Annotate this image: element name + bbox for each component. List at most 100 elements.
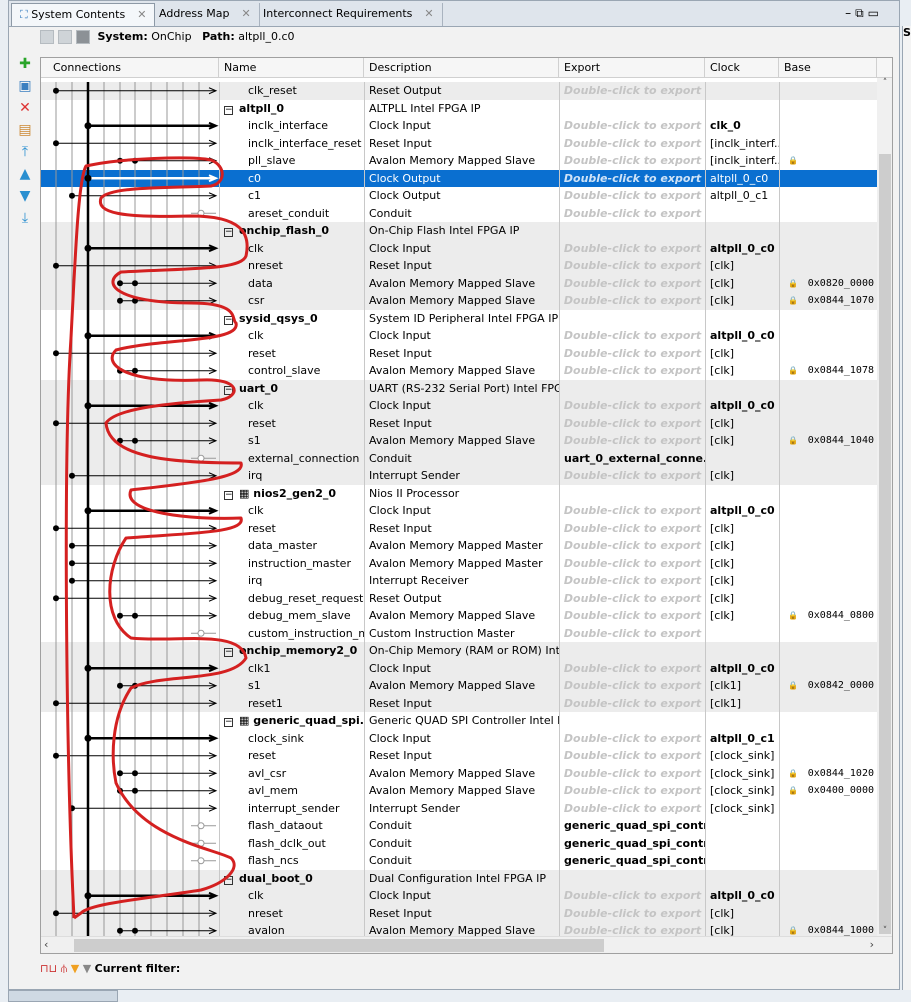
clock-cell[interactable]: [705, 642, 779, 660]
base-cell[interactable]: 🔒 0x0400_0000: [779, 782, 877, 800]
maximize-icon[interactable]: ▭: [868, 6, 883, 20]
export-cell[interactable]: Double-click to export: [559, 327, 705, 345]
clock-cell[interactable]: [clk]: [705, 589, 779, 607]
clock-cell[interactable]: [clk]: [705, 257, 779, 275]
lock-icon[interactable]: 🔒: [788, 275, 798, 293]
base-cell[interactable]: [779, 327, 877, 345]
lock-icon[interactable]: 🔒: [788, 432, 798, 450]
base-cell[interactable]: [779, 869, 877, 887]
export-cell[interactable]: Double-click to export: [559, 519, 705, 537]
base-cell[interactable]: 🔒 0x0844_1078: [779, 362, 877, 380]
export-cell[interactable]: Double-click to export: [559, 624, 705, 642]
base-cell[interactable]: 🔒: [779, 152, 877, 170]
clock-cell[interactable]: [clk]: [705, 414, 779, 432]
export-cell[interactable]: [559, 712, 705, 730]
clock-cell[interactable]: [705, 712, 779, 730]
export-cell[interactable]: Double-click to export: [559, 782, 705, 800]
base-cell[interactable]: [779, 239, 877, 257]
edit-icon[interactable]: ▤: [14, 122, 36, 138]
col-clock[interactable]: Clock: [705, 58, 779, 78]
move-down-icon[interactable]: ▼: [14, 188, 36, 204]
clock-cell[interactable]: altpll_0_c1: [705, 729, 779, 747]
move-bottom-icon[interactable]: ⤓: [14, 210, 36, 226]
clock-cell[interactable]: [705, 449, 779, 467]
base-cell[interactable]: [779, 589, 877, 607]
export-cell[interactable]: Double-click to export: [559, 362, 705, 380]
clock-cell[interactable]: altpll_0_c1: [705, 187, 779, 205]
base-cell[interactable]: [779, 537, 877, 555]
base-cell[interactable]: [779, 344, 877, 362]
export-cell[interactable]: [559, 642, 705, 660]
clock-cell[interactable]: clk_0: [705, 117, 779, 135]
export-cell[interactable]: Double-click to export: [559, 239, 705, 257]
export-cell[interactable]: Double-click to export: [559, 694, 705, 712]
export-cell[interactable]: Double-click to export: [559, 589, 705, 607]
bottom-tab[interactable]: [8, 990, 118, 1002]
export-cell[interactable]: Double-click to export: [559, 292, 705, 310]
export-cell[interactable]: [559, 99, 705, 117]
go-top-button[interactable]: [40, 30, 54, 44]
clock-cell[interactable]: [705, 379, 779, 397]
clock-cell[interactable]: [705, 869, 779, 887]
col-description[interactable]: Description: [364, 58, 559, 78]
base-cell[interactable]: [779, 694, 877, 712]
base-cell[interactable]: [779, 729, 877, 747]
export-cell[interactable]: Double-click to export: [559, 257, 705, 275]
vertical-scrollbar[interactable]: ˄ ˅: [877, 78, 892, 936]
clock-cell[interactable]: [705, 204, 779, 222]
export-cell[interactable]: Double-click to export: [559, 274, 705, 292]
clock-cell[interactable]: [clk]: [705, 274, 779, 292]
clock-cell[interactable]: [705, 82, 779, 100]
export-cell[interactable]: Double-click to export: [559, 554, 705, 572]
export-cell[interactable]: Double-click to export: [559, 414, 705, 432]
export-cell[interactable]: generic_quad_spi_contr...: [559, 817, 705, 835]
base-cell[interactable]: [779, 449, 877, 467]
horizontal-scrollbar[interactable]: ‹ ›: [41, 936, 892, 953]
clock-cell[interactable]: [clk]: [705, 467, 779, 485]
export-cell[interactable]: Double-click to export: [559, 607, 705, 625]
clock-cell[interactable]: altpll_0_c0: [705, 239, 779, 257]
export-cell[interactable]: [559, 222, 705, 240]
base-cell[interactable]: [779, 502, 877, 520]
lock-icon[interactable]: 🔒: [788, 362, 798, 380]
horizontal-scroll-thumb[interactable]: [74, 939, 604, 952]
export-cell[interactable]: Double-click to export: [559, 887, 705, 905]
export-cell[interactable]: [559, 484, 705, 502]
clock-cell[interactable]: [clock_sink]: [705, 747, 779, 765]
base-cell[interactable]: [779, 887, 877, 905]
clock-cell[interactable]: [clk]: [705, 432, 779, 450]
base-cell[interactable]: 🔒 0x0820_0000: [779, 274, 877, 293]
base-cell[interactable]: [779, 99, 877, 117]
clock-cell[interactable]: [clk]: [705, 362, 779, 380]
export-cell[interactable]: Double-click to export: [559, 467, 705, 485]
base-cell[interactable]: [779, 309, 877, 327]
base-cell[interactable]: [779, 554, 877, 572]
export-cell[interactable]: Double-click to export: [559, 747, 705, 765]
base-cell[interactable]: 🔒 0x0844_1070: [779, 292, 877, 310]
base-cell[interactable]: [779, 852, 877, 870]
scroll-left-icon[interactable]: ‹: [44, 938, 48, 951]
base-cell[interactable]: 🔒 0x0844_0800: [779, 607, 877, 625]
scroll-up-icon[interactable]: ˄: [877, 78, 892, 88]
add-icon[interactable]: ✚: [14, 56, 36, 72]
export-cell[interactable]: [559, 309, 705, 327]
export-cell[interactable]: Double-click to export: [559, 799, 705, 817]
remove-icon[interactable]: ✕: [14, 100, 36, 116]
lock-icon[interactable]: 🔒: [788, 765, 798, 783]
col-base[interactable]: Base: [779, 58, 877, 78]
close-tab-icon[interactable]: ✕: [424, 7, 433, 20]
clock-cell[interactable]: altpll_0_c0: [705, 887, 779, 905]
clock-cell[interactable]: [705, 852, 779, 870]
export-cell[interactable]: Double-click to export: [559, 344, 705, 362]
export-cell[interactable]: Double-click to export: [559, 659, 705, 677]
clock-domain-icon[interactable]: ⊓⊔: [40, 962, 57, 975]
clock-cell[interactable]: [clk]: [705, 292, 779, 310]
clock-cell[interactable]: [705, 99, 779, 117]
vertical-scroll-thumb[interactable]: [879, 154, 891, 934]
base-cell[interactable]: [779, 799, 877, 817]
base-cell[interactable]: [779, 82, 877, 100]
base-cell[interactable]: [779, 414, 877, 432]
base-cell[interactable]: [779, 572, 877, 590]
clock-cell[interactable]: [inclk_interf...: [705, 152, 779, 170]
clock-cell[interactable]: altpll_0_c0: [705, 659, 779, 677]
